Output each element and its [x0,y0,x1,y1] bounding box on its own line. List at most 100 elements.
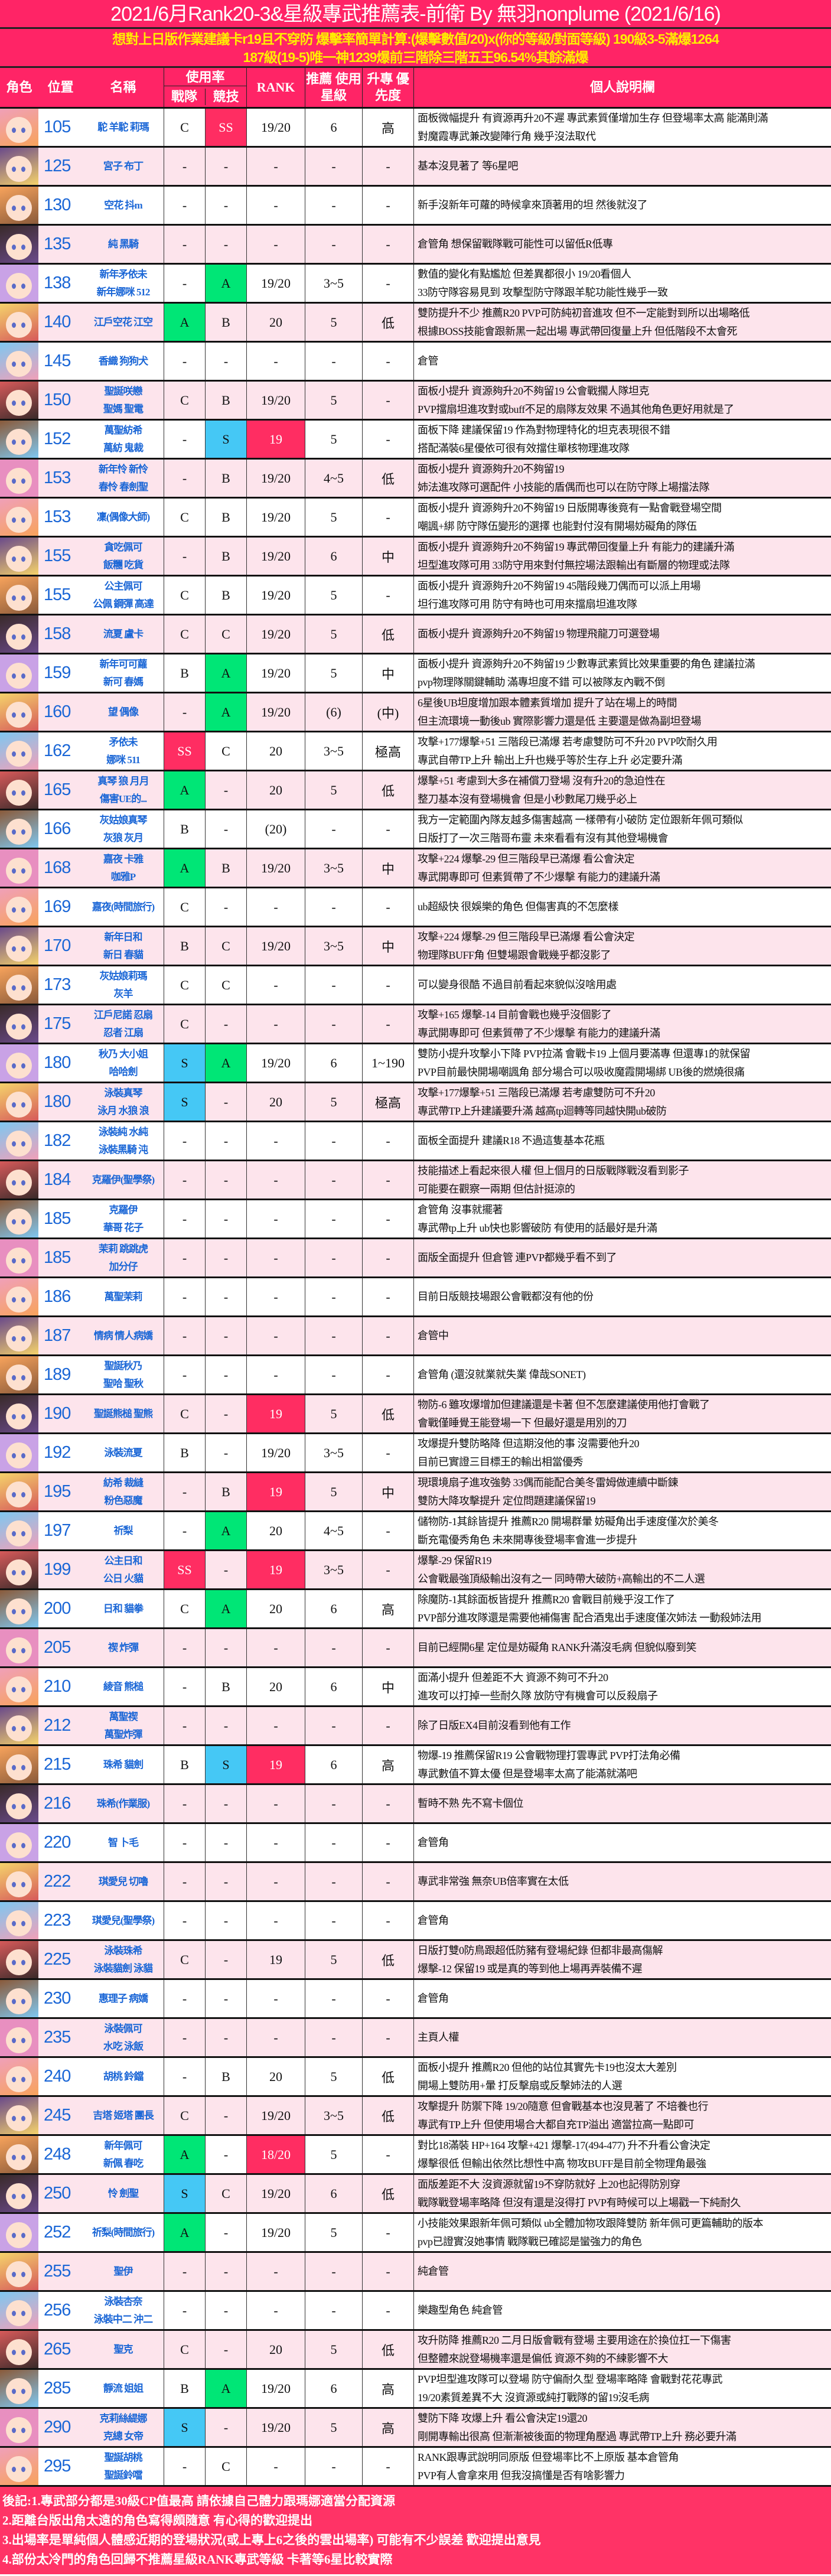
character-name-line: 克羅伊 [109,1204,138,1216]
character-number: 145 [44,351,71,370]
rank-value: - [247,187,305,224]
character-name: 矛依未 娜咪 511 [83,732,164,770]
character-name-line: 江戶尼諾 忍扇 [93,1009,153,1021]
rank-value: 19 [247,1941,305,1978]
notes-line: 技能描述上看起來很人權 但上個月的日版戰隊戰沒看到影子 [418,1164,689,1177]
character-name: 祈梨 [83,1512,164,1549]
avatar-face [6,390,32,416]
avatar-eye [12,2155,16,2160]
notes-line: 面滿小提升 但差距不大 資源不夠可不升20 [418,1671,608,1683]
notes-line: 除了日版EX4目前沒看到他有工作 [418,1719,571,1731]
col-arena: 競技 [213,89,239,104]
notes-line: 小技能效果跟新年佩可類似 ub全體加物攻跟降雙防 新年佩可更篇輔助的版本 [418,2217,764,2229]
table-row: 187 情病 情人病嬌 - - - - - 倉管中 [0,1315,831,1354]
avatar-face [6,858,32,884]
avatar-face [6,2222,32,2248]
character-number: 150 [44,390,71,409]
notes-line: 雙防提升不少 推薦R20 PVP可防純初音進攻 但不一定能對到所以出場略低 [418,307,750,319]
recommended-star: 5 [305,1395,363,1432]
avatar-eye [12,1687,16,1692]
notes-line: 面板小提升 資源夠升20不夠留19 物理飛龍刀可選登場 [418,628,660,640]
col-character: 角色 [6,80,32,95]
notes-line: 倉管角 [418,1836,449,1848]
character-name: 怜 劍聖 [83,2175,164,2212]
recommended-star: 3~5 [305,2097,363,2134]
avatar-eye [21,2116,25,2121]
usage-arena: - [206,2253,247,2290]
notes: 倉管角 [414,1902,831,1939]
avatar-face [6,702,32,728]
character-name-line: 泳裝真琴 [104,1087,143,1099]
notes-line: 19/20素質差異不大 沒資源或純打戰隊的留19沒毛病 [418,2391,650,2404]
character-name-line: 祈梨 [113,1525,133,1536]
rank-value: 20 [247,1083,305,1121]
upgrade-priority: 高 [363,2409,414,2446]
notes: 倉管角 想保留戰隊戰可能性可以留低R低專 [414,226,831,263]
avatar-eye [21,1492,25,1497]
notes-line: 面板小提升 推薦R20 但他的站位其實先卡19也沒太大差別 [418,2061,677,2073]
notes-line: PVP坦型進攻隊可以登場 防守偏耐久型 登場率略降 會戰對花花專武 [418,2373,723,2385]
recommended-star: 3~5 [305,732,363,770]
usage-team: - [164,1629,206,1666]
avatar-eye [21,1063,25,1069]
character-number: 153 [44,507,71,526]
notes-line: 33防守隊容易見到 攻擊型防守隊跟羊駝功能性幾乎一致 [418,286,668,298]
recommended-star: 3~5 [305,265,363,302]
character-number: 125 [44,157,71,175]
notes-line: 戰隊戰登場率略降 但沒有還是沒得打 PVP有時候可以上場戳一下純耐久 [418,2196,741,2209]
avatar-face [6,780,32,806]
character-name-line: 粉色惡魔 [104,1494,143,1506]
avatar [0,1941,38,1978]
usage-team: S [164,1083,206,1121]
avatar-face [6,1287,32,1313]
avatar-eye [21,284,25,289]
usage-arena: - [206,1122,247,1160]
character-name-line: 江戶空花 江空 [93,316,153,328]
usage-arena: - [206,1395,247,1432]
avatar [0,343,38,380]
table-row: 153 凜(偶像大師) C B 19/20 5- 面板小提升 資源夠升20不夠留19 日版開… [0,497,831,536]
avatar-face [6,741,32,767]
notes-line: 嘲諷+綁 防守隊伍變形的選擇 也能對付沒有開場妨礙角的隊伍 [418,520,697,532]
avatar [0,2448,38,2485]
avatar-eye [21,1609,25,1614]
avatar-eye [21,2467,25,2472]
notes: 攻擊+224 爆擊-29 但三階段早已滿爆 看公會決定 專武開專即可 但素質帶了不… [414,849,831,887]
character-name-line: 琪愛兒(聖學祭) [92,1914,155,1926]
usage-team: - [164,1122,206,1160]
notes: 攻擊提升 防禦下降 19/20隨意 但會戰基本也沒見著了 不培養也行 專武有TP上… [414,2097,831,2134]
usage-arena: C [206,927,247,965]
usage-arena: B [206,849,247,887]
notes: 暫時不熟 先不寫卡個位 [414,1785,831,1822]
upgrade-priority: - [363,2136,414,2173]
notes: ub超級快 很娛樂的角色 但傷害真的不怎麼樣 [414,888,831,926]
character-name-line: 新佩 春吃 [103,2157,144,2169]
rank-value: 20 [247,1668,305,1705]
character-name: 萬聖紡希 萬紡 鬼裁 [83,421,164,458]
usage-team: - [164,2292,206,2329]
rank-value: 19/20 [247,1044,305,1082]
avatar [0,1122,38,1160]
avatar-eye [12,2428,16,2433]
avatar-eye [12,634,16,640]
usage-team: A [164,2214,206,2251]
notes-line: 專武開專即可 但素質帶了不少爆擊 有能力的建議升滿 [418,1027,660,1039]
col-usage: 使用率 戰隊 競技 [164,68,247,107]
usage-arena: C [206,966,247,1004]
rank-value: 19/20 [247,927,305,965]
avatar-face [6,2105,32,2131]
avatar-face [6,2417,32,2443]
table-row: 200 日和 貓拳 C A 20 6 高除魔防-1其餘面板皆提升 推薦R20 會戰目前幾乎沒… [0,1588,831,1627]
upgrade-priority: 高 [363,1590,414,1627]
usage-arena: - [206,187,247,224]
avatar-eye [12,2233,16,2238]
character-name: 新年可可蘿 新可 春媽 [83,654,164,692]
notes-line: 面板微幅提升 有資源再升20不遲 專武素質僅增加生存 但登場率太高 能滿則滿 [418,112,768,124]
character-number: 135 [44,235,71,253]
character-name-line: 聖媽 聖電 [103,403,144,415]
notes: 現環境扇子進攻強勢 33偶而能配合美冬雷姆做連續中斷鍊 雙防大降攻擊提升 定位問題… [414,1473,831,1510]
avatar [0,810,38,848]
character-name: 克羅伊 華哥 花子 [83,1200,164,1237]
character-name: 惠理子 病嬌 [83,1980,164,2017]
avatar [0,1746,38,1783]
